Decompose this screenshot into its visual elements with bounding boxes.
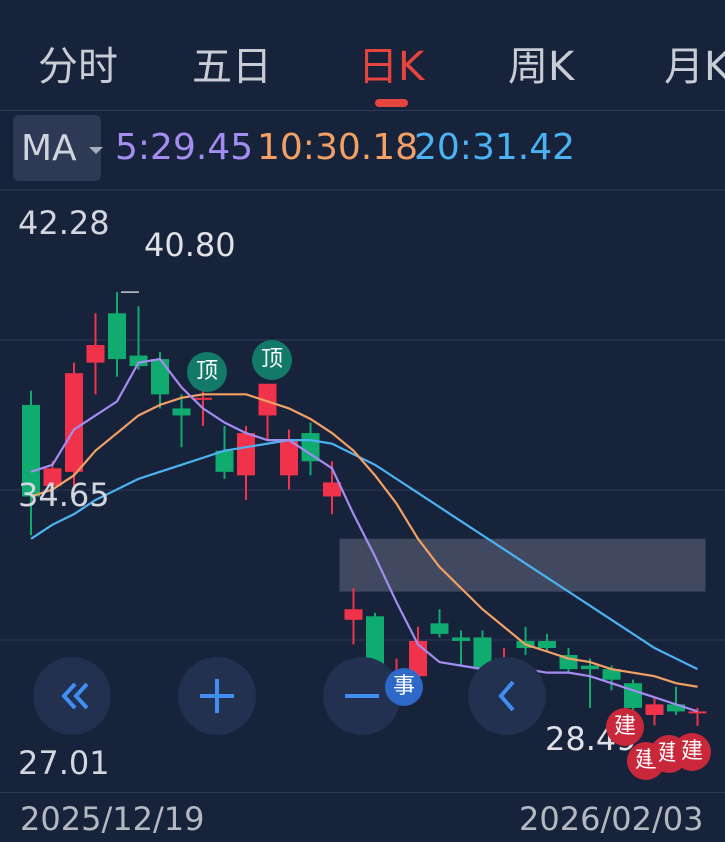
candle-body [172,408,191,416]
scroll-left-button[interactable] [468,657,546,735]
date-axis-end: 2026/02/03 [519,800,704,838]
candle-body [538,640,556,648]
candle-body [86,344,105,363]
candle-body [151,359,169,395]
price-axis-top: 42.28 [18,204,110,242]
candle-body [581,665,599,670]
build-signal-badge[interactable]: 建 [673,733,711,771]
candle-body [645,704,664,715]
plus-icon [200,679,234,713]
high-marker-label: 40.80 [144,226,236,264]
highlight-band [339,538,706,592]
candle-body [323,482,341,497]
price-axis-mid: 34.65 [18,476,110,514]
news-event-badge[interactable]: 事 [385,668,423,706]
date-axis-start: 2025/12/19 [20,800,205,838]
candle-body [688,711,707,714]
zoom-in-button[interactable] [178,657,256,735]
top-signal-badge[interactable]: 顶 [187,352,227,392]
candle-body [237,433,255,476]
candle-body [624,683,642,708]
candle-body [108,313,126,360]
build-signal-badge[interactable]: 建 [606,708,644,746]
candle-body [344,609,363,620]
chevron-left-icon [498,680,515,712]
candle-body [65,373,83,472]
double-chevron-left-icon [61,682,89,710]
candle-body [430,623,449,634]
candle-body [194,397,212,400]
price-axis-bottom: 27.01 [18,744,110,782]
scroll-left-fast-button[interactable] [33,657,111,735]
date-axis-divider [0,792,725,793]
top-signal-badge[interactable]: 顶 [252,340,292,380]
candle-body [452,637,470,641]
